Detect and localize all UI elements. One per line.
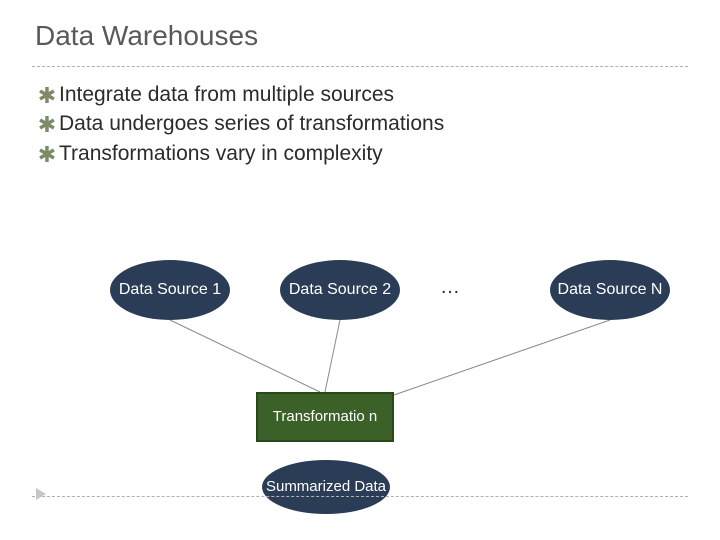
page-arrow-icon xyxy=(36,488,46,500)
bullet-icon: ✱ xyxy=(35,141,59,166)
node-data-source-n: Data Source N xyxy=(550,260,670,320)
node-data-source-1: Data Source 1 xyxy=(110,260,230,320)
bullet-icon: ✱ xyxy=(35,111,59,136)
list-item: ✱ Integrate data from multiple sources xyxy=(35,82,444,108)
node-transformation: Transformatio n xyxy=(256,392,394,442)
bullet-text: Integrate data from multiple sources xyxy=(59,82,394,108)
divider-bottom xyxy=(32,496,688,497)
ellipsis-label: … xyxy=(440,276,460,299)
divider-top xyxy=(32,66,688,67)
diagram: Data Source 1 Data Source 2 … Data Sourc… xyxy=(0,260,720,540)
slide-title: Data Warehouses xyxy=(35,20,258,52)
list-item: ✱ Transformations vary in complexity xyxy=(35,141,444,167)
bullet-text: Data undergoes series of transformations xyxy=(59,111,444,137)
bullet-icon: ✱ xyxy=(35,82,59,107)
bullet-text: Transformations vary in complexity xyxy=(59,141,383,167)
node-summarized-data: Summarized Data xyxy=(262,460,390,514)
node-data-source-2: Data Source 2 xyxy=(280,260,400,320)
list-item: ✱ Data undergoes series of transformatio… xyxy=(35,111,444,137)
bullet-list: ✱ Integrate data from multiple sources ✱… xyxy=(35,82,444,170)
